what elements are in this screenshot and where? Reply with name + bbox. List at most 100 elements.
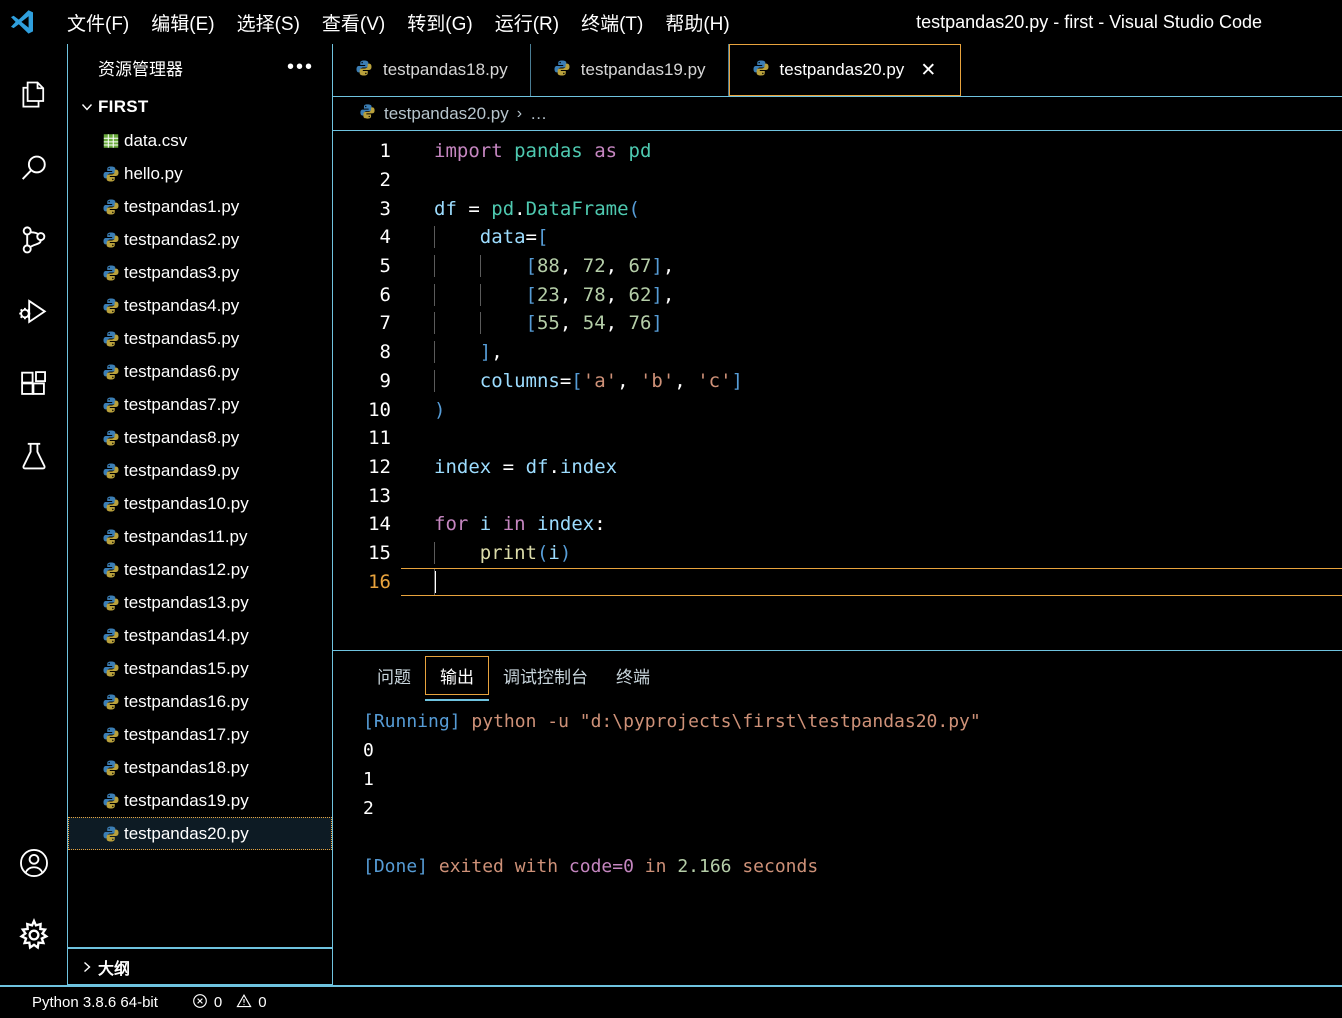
menu-help[interactable]: 帮助(H) [654,5,740,40]
menu-terminal[interactable]: 终端(T) [570,5,654,40]
tab-output[interactable]: 输出 [425,655,489,701]
breadcrumb-dots[interactable]: … [530,104,547,124]
status-python-interpreter[interactable]: Python 3.8.6 64-bit [20,987,170,1018]
tab-problems[interactable]: 问题 [363,657,425,694]
folder-root-label: FIRST [98,96,149,116]
code-line[interactable]: 7 [55, 54, 76] [333,309,1342,338]
activity-source-control-icon[interactable] [0,204,68,276]
indent-guide [434,369,435,392]
line-number: 10 [368,398,391,421]
panel-tabs: 问题 输出 调试控制台 终端 [333,651,1342,701]
indent-guide [434,226,435,249]
file-tree-item[interactable]: testpandas18.py [68,751,332,784]
code-line[interactable]: 15 print(i) [333,539,1342,568]
status-python-version-label: Python 3.8.6 64-bit [32,994,158,1011]
close-icon[interactable]: ✕ [918,61,938,80]
breadcrumb-file-label[interactable]: testpandas20.py [384,104,509,124]
code-line[interactable]: 4 data=[ [333,223,1342,252]
activity-manage-gear-icon[interactable] [0,899,68,971]
code-token: index [559,455,618,478]
activity-accounts-icon[interactable] [0,827,68,899]
line-number: 6 [379,283,391,306]
code-line[interactable]: 6 [23, 78, 62], [333,280,1342,309]
code-line[interactable]: 11 [333,424,1342,453]
file-tree-item[interactable]: testpandas20.py [68,817,332,850]
activity-search-icon[interactable] [0,132,68,204]
code-token: as [594,140,618,163]
code-line[interactable]: 12 index = df.index [333,453,1342,482]
file-tree-item[interactable]: testpandas7.py [68,388,332,421]
folder-root-first[interactable]: FIRST [68,90,332,123]
menu-selection[interactable]: 选择(S) [226,5,311,40]
menu-run[interactable]: 运行(R) [484,5,570,40]
file-tree-item[interactable]: testpandas8.py [68,421,332,454]
file-tree-item[interactable]: testpandas4.py [68,289,332,322]
code-line[interactable]: 9 columns=['a', 'b', 'c'] [333,367,1342,396]
code-token: , [559,255,583,278]
file-tree-item-label: testpandas1.py [124,196,240,216]
file-tree-item[interactable]: testpandas1.py [68,190,332,223]
file-tree-item[interactable]: testpandas2.py [68,223,332,256]
python-file-icon [98,726,124,744]
code-line[interactable]: 16 [333,567,1342,596]
file-tree-item[interactable]: testpandas6.py [68,355,332,388]
file-tree-item[interactable]: testpandas14.py [68,619,332,652]
editor-tab-label: testpandas18.py [383,60,508,79]
file-tree-item[interactable]: hello.py [68,157,332,190]
editor-tab[interactable]: testpandas19.py [531,44,729,96]
code-line[interactable]: 5 [88, 72, 67], [333,252,1342,281]
file-tree-item[interactable]: testpandas3.py [68,256,332,289]
code-line[interactable]: 2 [333,166,1342,195]
code-token: = [502,455,515,478]
indent-guide [434,312,435,335]
breadcrumb[interactable]: testpandas20.py › … [333,97,1342,131]
menu-view[interactable]: 查看(V) [311,5,396,40]
code-line[interactable]: 8 ], [333,338,1342,367]
code-token: index [537,513,595,536]
file-tree[interactable]: data.csv hello.py testpandas1.py testpandas… [68,123,332,947]
file-tree-item[interactable]: testpandas15.py [68,652,332,685]
activity-extensions-icon[interactable] [0,348,68,420]
file-tree-item[interactable]: testpandas5.py [68,322,332,355]
indent-guide [434,255,435,278]
sidebar-title-label: 资源管理器 [98,59,183,79]
file-tree-item[interactable]: testpandas13.py [68,586,332,619]
output-view[interactable]: [Running] python -u "d:\pyprojects\first… [333,699,1342,985]
file-tree-item[interactable]: testpandas16.py [68,685,332,718]
menu-file[interactable]: 文件(F) [56,5,140,40]
menu-go[interactable]: 转到(G) [396,5,483,40]
file-tree-item[interactable]: testpandas9.py [68,454,332,487]
file-tree-item[interactable]: testpandas10.py [68,487,332,520]
code-line[interactable]: 14 for i in index: [333,510,1342,539]
outline-header[interactable]: 大纲 [68,948,332,985]
activity-files-explorer-icon[interactable] [0,60,68,132]
file-tree-item[interactable]: testpandas17.py [68,718,332,751]
code-line[interactable]: 13 [333,481,1342,510]
tab-debug-console[interactable]: 调试控制台 [489,657,602,694]
code-line[interactable]: 10) [333,395,1342,424]
line-number: 7 [379,312,391,335]
file-tree-item[interactable]: testpandas19.py [68,784,332,817]
status-problems[interactable]: 0 0 [180,987,279,1018]
breadcrumb-separator: › [516,104,523,122]
activity-run-and-debug-icon[interactable] [0,276,68,348]
menu-bar: 文件(F) 编辑(E) 选择(S) 查看(V) 转到(G) 运行(R) 终端(T… [56,5,741,40]
code-editor[interactable]: 1 import pandas as pd 2 3 df = pd.DataFrame(… [333,131,1342,651]
editor-tab[interactable]: testpandas18.py [333,44,531,96]
menu-edit[interactable]: 编辑(E) [140,5,225,40]
code-token: ] [731,369,743,392]
file-tree-item[interactable]: testpandas12.py [68,553,332,586]
code-line-text: [23, 78, 62], [401,283,1342,306]
activity-testing-beaker-icon[interactable] [0,420,68,492]
file-tree-item[interactable]: testpandas11.py [68,520,332,553]
sidebar-more-actions-icon[interactable]: ••• [283,56,318,79]
file-tree-item[interactable]: data.csv [68,124,332,157]
tab-terminal[interactable]: 终端 [602,657,664,694]
file-tree-item-label: testpandas18.py [124,757,249,777]
editor-tab-label: testpandas20.py [779,60,905,79]
editor-tab[interactable]: testpandas20.py ✕ [728,44,962,96]
code-line[interactable]: 1 import pandas as pd [333,137,1342,166]
code-line[interactable]: 3 df = pd.DataFrame( [333,194,1342,223]
output-token: 2.166 [677,856,732,877]
